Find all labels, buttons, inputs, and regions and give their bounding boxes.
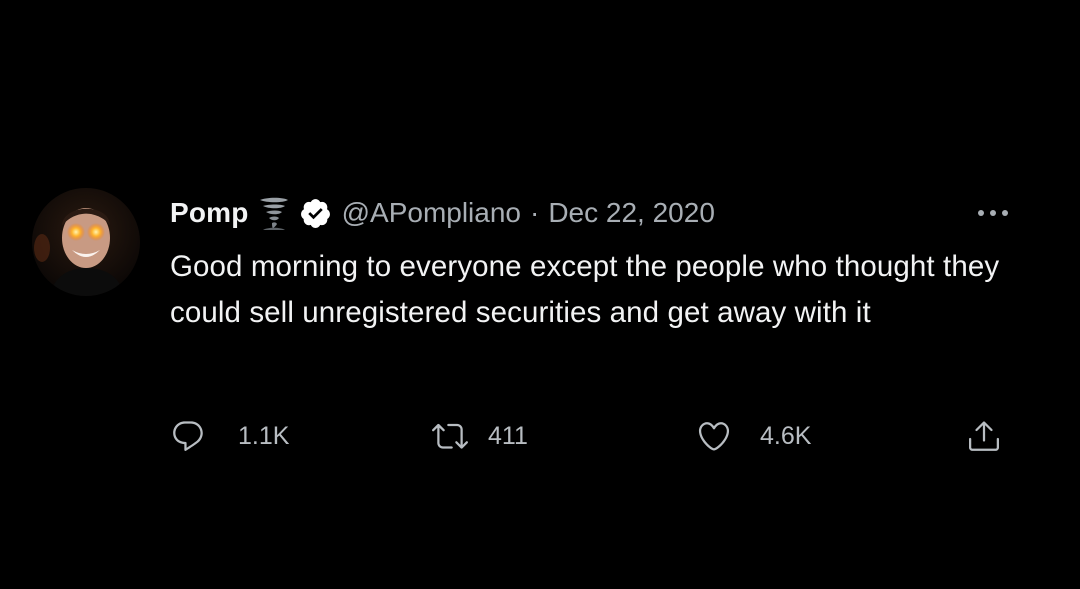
share-icon xyxy=(969,421,999,451)
tornado-icon xyxy=(257,195,291,231)
heart-icon xyxy=(698,422,730,451)
display-name[interactable]: Pomp xyxy=(170,197,249,229)
reply-icon xyxy=(173,421,203,451)
retweet-icon xyxy=(432,423,468,449)
reply-button[interactable]: 1.1K xyxy=(170,414,289,458)
separator: · xyxy=(530,197,540,228)
tweet: Pomp @APompliano · Dec 22, 2020 Good mor… xyxy=(0,0,1080,589)
handle[interactable]: @APompliano xyxy=(342,197,521,229)
like-count: 4.6K xyxy=(760,421,812,450)
reply-count: 1.1K xyxy=(238,421,290,450)
tweet-date[interactable]: Dec 22, 2020 xyxy=(548,197,715,229)
verified-badge-icon xyxy=(299,197,332,230)
tweet-header: Pomp @APompliano · Dec 22, 2020 xyxy=(170,193,715,233)
like-button[interactable]: 4.6K xyxy=(696,414,811,458)
more-options-icon[interactable] xyxy=(974,202,1012,224)
retweet-count: 411 xyxy=(488,421,528,450)
tweet-text: Good morning to everyone except the peop… xyxy=(170,250,1000,329)
avatar[interactable] xyxy=(32,188,140,296)
share-button[interactable] xyxy=(966,414,1002,458)
retweet-button[interactable]: 411 xyxy=(432,414,528,458)
avatar-image xyxy=(32,188,140,296)
action-bar: 1.1K 411 4.6K xyxy=(170,414,1030,458)
